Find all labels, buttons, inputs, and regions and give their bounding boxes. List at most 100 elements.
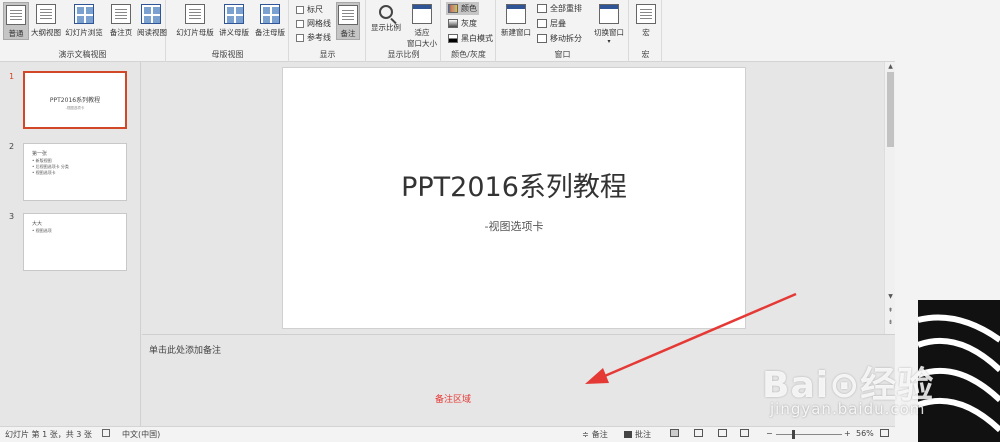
comments-status-button[interactable]: 批注 (624, 429, 651, 440)
normal-view-status-icon[interactable] (670, 429, 679, 437)
fit-window-label-1: 适应 (414, 28, 430, 37)
slide-sorter-label: 幻灯片浏览 (65, 28, 103, 37)
notes-master-icon (260, 4, 280, 24)
arrange-all-label: 全部重排 (550, 4, 582, 13)
gridlines-checkbox[interactable]: 网格线 (296, 17, 331, 30)
spellcheck-icon[interactable] (102, 429, 110, 437)
reading-view-icon (141, 4, 161, 24)
notes-area-annotation: 备注区域 (435, 395, 472, 405)
outline-view-icon (36, 4, 56, 24)
zoom-out-button[interactable]: − (766, 429, 773, 438)
handout-master-icon (224, 4, 244, 24)
slide-subtitle[interactable]: -视图选项卡 (283, 218, 745, 234)
notes-master-button[interactable]: 备注母版 (253, 2, 287, 40)
normal-view-label: 普通 (8, 29, 24, 38)
slide-number-2: 2 (9, 142, 15, 151)
notes-toggle-button[interactable]: 备注 (336, 2, 360, 40)
grayscale-button[interactable]: 灰度 (448, 17, 477, 30)
cascade-button[interactable]: 层叠 (537, 17, 566, 30)
slide-thumbnails-panel: 1 PPT2016系列教程 -视图选项卡 2 第一张 • 新版视图 • 后视图选… (0, 62, 141, 426)
notes-status-icon: ≑ (582, 430, 589, 439)
normal-view-button[interactable]: 普通 (3, 2, 29, 40)
notes-page-icon (111, 4, 131, 24)
notes-page-label: 备注页 (109, 28, 133, 37)
slide-title[interactable]: PPT2016系列教程 (283, 165, 745, 204)
notes-placeholder[interactable]: 单击此处添加备注 (149, 343, 221, 356)
slide-thumbnail-3[interactable]: 大大 • 视图选项 (23, 213, 127, 271)
guides-label: 参考线 (307, 33, 331, 42)
gridlines-label: 网格线 (307, 19, 331, 28)
ruler-label: 标尺 (307, 5, 323, 14)
zoom-slider-track[interactable] (776, 434, 842, 435)
switch-windows-icon (599, 4, 619, 24)
reading-view-button[interactable]: 阅读视图 (137, 2, 167, 40)
outline-view-label: 大纲视图 (31, 28, 61, 37)
zoom-in-button[interactable]: + (844, 429, 851, 438)
slide-thumbnail-1[interactable]: PPT2016系列教程 -视图选项卡 (23, 71, 127, 129)
zoom-button[interactable]: 显示比例 (369, 2, 403, 40)
macros-button-label: 宏 (642, 28, 650, 37)
outline-view-button[interactable]: 大纲视图 (31, 2, 61, 40)
zoom-slider-thumb[interactable] (792, 430, 795, 439)
show-group-label: 显示 (319, 50, 336, 59)
window-group-label: 窗口 (554, 50, 571, 59)
move-split-label: 移动拆分 (550, 34, 582, 43)
gridlines-checkbox-box (296, 19, 304, 28)
macros-button[interactable]: 宏 (633, 2, 659, 40)
macros-icon (636, 4, 656, 24)
grayscale-swatch-icon (448, 19, 458, 28)
ruler-checkbox-box (296, 5, 304, 14)
slide-number-1: 1 (9, 72, 15, 81)
slideshow-status-icon[interactable] (740, 429, 749, 437)
new-window-button[interactable]: 新建窗口 (500, 2, 532, 40)
macros-group-label: 宏 (641, 50, 650, 59)
group-show: 标尺 网格线 参考线 备注 显示 (290, 0, 366, 62)
current-slide[interactable]: PPT2016系列教程 -视图选项卡 (282, 67, 746, 329)
guides-checkbox[interactable]: 参考线 (296, 31, 331, 44)
slide-thumbnail-2[interactable]: 第一张 • 新版视图 • 后视图选项卡 分类 • 视图选项卡 (23, 143, 127, 201)
notes-status-button[interactable]: ≑ 备注 (582, 429, 608, 440)
new-window-icon (506, 4, 526, 24)
move-split-button[interactable]: 移动拆分 (537, 32, 582, 45)
black-white-button[interactable]: 黑白模式 (448, 32, 493, 45)
slide-sorter-status-icon[interactable] (694, 429, 703, 437)
cascade-label: 层叠 (550, 19, 566, 28)
cascade-icon (537, 19, 547, 28)
vertical-scrollbar[interactable]: ▲ ▼ ⇞ ⇟ (884, 62, 895, 334)
thumbnail-3-line: 大大 (32, 221, 43, 227)
black-white-label: 黑白模式 (461, 34, 493, 43)
chevron-down-icon: ▾ (607, 38, 611, 45)
fit-window-button[interactable]: 适应 窗口大小 (405, 2, 439, 48)
language-indicator[interactable]: 中文(中国) (122, 429, 160, 440)
slide-editing-area: PPT2016系列教程 -视图选项卡 (142, 62, 884, 332)
master-views-label: 母版视图 (211, 50, 244, 59)
fit-slide-icon[interactable] (880, 429, 889, 437)
ruler-checkbox[interactable]: 标尺 (296, 3, 323, 16)
switch-windows-button[interactable]: 切换窗口 ▾ (591, 2, 627, 45)
switch-windows-label: 切换窗口 (594, 28, 624, 37)
handout-master-button[interactable]: 讲义母版 (217, 2, 251, 40)
grayscale-label: 灰度 (461, 19, 477, 28)
slide-master-icon (185, 4, 205, 24)
slide-sorter-button[interactable]: 幻灯片浏览 (63, 2, 105, 40)
zoom-percentage[interactable]: 56% (856, 429, 874, 438)
black-white-swatch-icon (448, 34, 458, 43)
thumbnail-2-line: • 视图选项卡 (32, 170, 56, 175)
arrange-all-button[interactable]: 全部重排 (537, 2, 582, 15)
scrollbar-thumb[interactable] (887, 72, 894, 147)
reading-view-status-icon[interactable] (718, 429, 727, 437)
notes-toggle-icon (338, 5, 358, 25)
status-bar: 幻灯片 第 1 张，共 3 张 中文(中国) ≑ 备注 批注 − + 56% (0, 426, 895, 442)
group-color: 颜色 灰度 黑白模式 颜色/灰度 (442, 0, 496, 62)
presentation-views-label: 演示文稿视图 (58, 50, 107, 59)
slide-master-button[interactable]: 幻灯片母版 (175, 2, 215, 40)
group-zoom: 显示比例 适应 窗口大小 显示比例 (367, 0, 441, 62)
group-master-views: 幻灯片母版 讲义母版 备注母版 母版视图 (167, 0, 289, 62)
group-presentation-views: 普通 大纲视图 幻灯片浏览 备注页 阅读视图 演示文稿视图 (0, 0, 167, 62)
color-label: 颜色 (461, 4, 477, 13)
ribbon: 普通 大纲视图 幻灯片浏览 备注页 阅读视图 演示文稿视图 幻灯片母版 讲义母版 (0, 0, 1000, 62)
notes-page-button[interactable]: 备注页 (107, 2, 135, 40)
color-button[interactable]: 颜色 (446, 2, 479, 15)
group-window: 新建窗口 全部重排 层叠 移动拆分 切换窗口 ▾ 窗口 (497, 0, 629, 62)
magnifier-icon (379, 5, 393, 19)
